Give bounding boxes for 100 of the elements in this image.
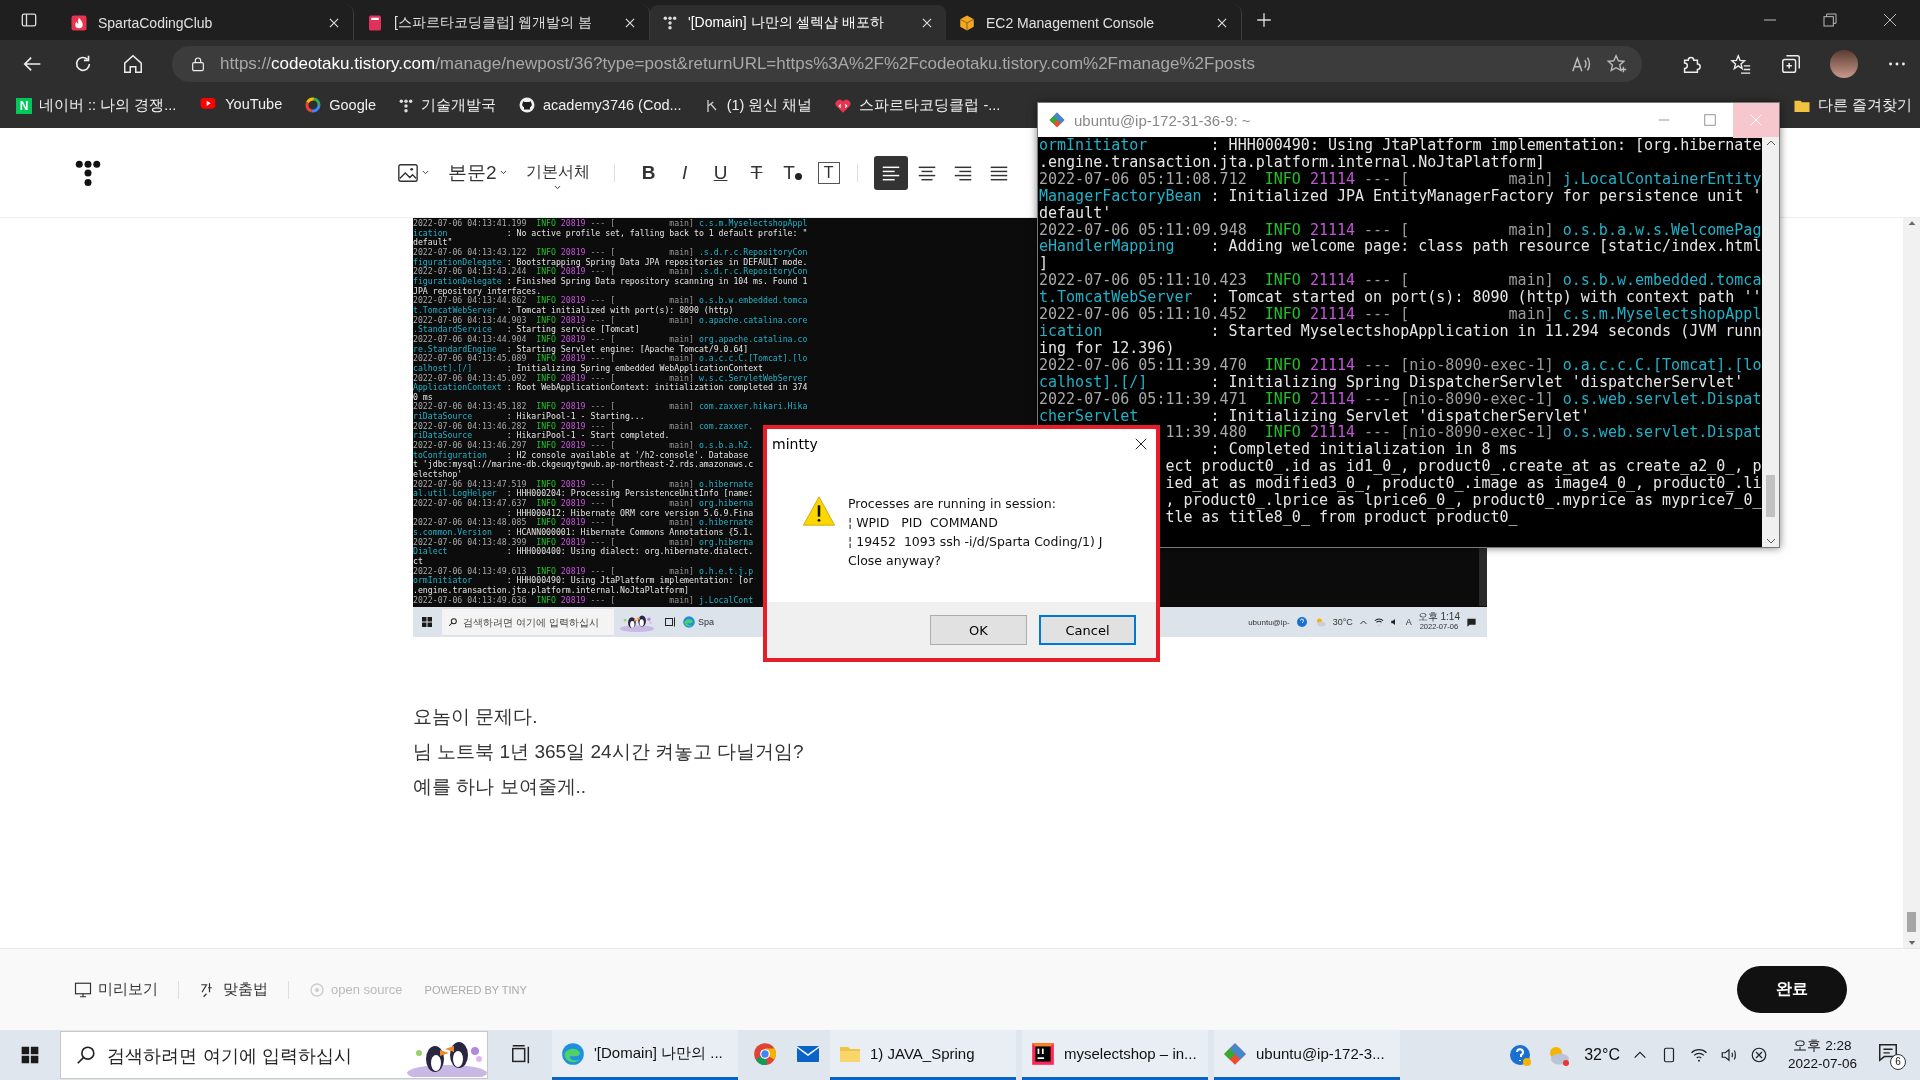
log-line: 2022-07-06 04:13:44.862 INFO 20819 --- [ main] o.s.b.w.embedded.tomca [413,296,808,306]
search-icon [75,1044,97,1066]
log-line: ormInitiator : HHH000490: Using JtaPlatform implementation: [or [413,576,754,586]
favorites-icon[interactable] [1730,53,1752,75]
log-line: figurationDelegate : Finished Spring Data repository scanning in 104 ms. Found 1 [413,276,808,287]
dialog-message-line: Close anyway? [848,552,942,570]
log-line: 2022-07-06 04:13:48.085 INFO 20819 --- [ main] o.hibernate [413,518,754,528]
bookmark[interactable]: 기술개발국 [398,96,496,115]
taskbar-app[interactable]: '[Domain] 나만의 ... [552,1030,738,1080]
log-line: 2022-07-06 04:13:44.904 INFO 20819 --- [ main] org.apache.catalina.co [413,334,808,345]
done-button[interactable]: 완료 [1737,966,1847,1013]
log-line: ormInitiator : HHH000490: Using JtaPlatform implementation: [org.hibernate [1039,137,1762,154]
search-field[interactable]: 검색하려면 여기에 입력하십시 [60,1031,488,1079]
strike-button[interactable]: T [738,155,775,190]
notification-icon [1466,616,1477,628]
intellij-icon [1030,1040,1056,1067]
log-line: .engine.transaction.jta.platform.internal.NoJtaPlatform] [1039,153,1545,171]
dialog-button[interactable]: OK [930,615,1027,645]
home-icon[interactable] [122,53,144,75]
collections-icon[interactable] [1780,53,1802,75]
ime-indicator: A [1405,617,1412,627]
warning-icon [800,494,838,528]
restore-icon[interactable] [1822,12,1838,28]
speaker-icon[interactable] [1719,1046,1738,1064]
log-line: calhost].[/] : Initializing Spring DispatcherServlet 'dispatcherServlet' [1039,373,1744,391]
caret-icon [421,168,430,177]
wifi-icon[interactable] [1689,1046,1708,1064]
color-button[interactable]: T [774,155,811,190]
spellcheck-button[interactable]: 맞춤법 [199,980,268,999]
log-line: default' [1039,204,1112,222]
bookmark[interactable]: YouTube [198,96,283,112]
bookmark[interactable]: N 네이버 :: 나의 경쟁... [16,96,177,115]
taskbar-app[interactable]: myselectshop – in... [1022,1030,1208,1080]
log-line: 2022-07-06 04:13:43.244 INFO 20819 --- [ main] .s.d.r.c.RepositoryCon [413,267,808,277]
log-line: ApplicationContext : Root WebApplicationContext: initialization completed in 374 [413,383,808,393]
plus-icon[interactable] [1255,11,1273,29]
background-button[interactable]: T [817,161,840,184]
log-line: riDataSource : HikariPool-1 - Start completed. [413,431,670,441]
google-icon [304,96,323,114]
close-icon[interactable] [1134,437,1148,451]
task-view-icon [664,616,676,628]
bookmark-folder[interactable]: 다른 즐겨찾기 [1792,96,1912,115]
bookmark[interactable]: (1) 원신 채널 [703,96,813,115]
log-line: ied_at as modified3_0_, product0_.image as image4_0_, product0_.li [1165,475,1762,493]
log-line: 2022-07-06 04:13:45.089 INFO 20819 --- [ main] o.a.c.c.C.[Tomcat].[lo [413,354,808,364]
chrome-icon [752,1040,778,1067]
log-line: 2022-07-06 05:11:39.471 INFO 21114 --- [nio-8090-exec-1] o.s.web.servlet.Dispat [1039,390,1762,408]
search-input[interactable]: 검색하려면 여기에 입력하십시 [107,1044,397,1066]
blocked-icon[interactable] [1749,1046,1768,1064]
address-field[interactable]: https://codeotaku.tistory.com/manage/newpost/36?type=post&returnURL=https%3A%2F%2Fcodeotaku.tistory.com%2Fmanage%2Fposts [172,46,1642,82]
log-line: 2022-07-06 04:13:49.636 INFO 20819 --- [ main] j.LocalCont [413,595,754,606]
scrollbar[interactable] [1903,218,1920,948]
help-icon[interactable] [1508,1043,1533,1067]
log-line: cherServlet : Initializing Servlet 'dispatcherServlet' [1039,407,1590,425]
log-line: 2022-07-06 04:13:47.637 INFO 20819 --- [ main] org.hiberna [413,499,754,509]
windows-icon[interactable] [20,1045,40,1065]
scrollbar[interactable] [1762,137,1779,547]
taskbar-app: Spa [682,615,714,629]
browser-tab[interactable]: '[Domain] 나만의 셀렉샵 배포하 [650,5,946,40]
align-left-button[interactable] [873,155,908,190]
log-line: 2022-07-06 05:11:09.948 INFO 21114 --- [ main] o.s.b.a.w.s.WelcomePag [1039,221,1762,239]
log-line: tle as title8_0_ from product product0_ [1165,508,1518,526]
dialog-button[interactable]: Cancel [1039,615,1136,645]
profile-avatar[interactable] [1830,50,1858,78]
paragraph-style-dropdown[interactable]: 본문2 [448,155,508,190]
edge-icon [682,615,696,629]
flame-icon [70,13,88,32]
log-line: 2022-07-06 05:11:08.712 INFO 21114 --- [ main] j.LocalContainerEntity [1039,170,1762,188]
font-dropdown[interactable]: 기본서체 [525,161,590,192]
scrollbar-thumb[interactable] [1766,475,1775,517]
log-line: al.util.LogHelper : HHH000204: Processing PersistenceUnitInfo [name: [413,489,754,500]
naver-logo-icon: N [16,97,32,114]
dialog-message-line: Processes are running in session: [848,495,1057,513]
log-line: 2022-07-06 04:13:43.122 INFO 20819 --- [ main] .s.d.r.c.RepositoryCon [413,247,808,258]
bookmark[interactable]: Google [304,96,376,114]
bold-button[interactable]: B [630,155,667,190]
close-icon[interactable] [1882,12,1898,28]
log-line: .engine.transaction.jta.platform.internal.NoJtaPlatform] [413,585,690,596]
dialog-message-line: ¦ 19452 1093 ssh -i/d/Sparta Coding/1) J [848,533,1103,551]
image-icon[interactable] [397,161,419,184]
add-favorite-icon[interactable] [1606,53,1628,75]
search-icon [448,617,458,627]
bookmark[interactable]: 스파르타코딩클럽 -... [834,96,1001,115]
notification-button[interactable]: 6 [1877,1040,1906,1070]
search-input[interactable]: 검색하려면 여기에 입력하십시 [463,616,608,628]
search-field[interactable]: 검색하려면 여기에 입력하십시 [442,609,614,635]
log-line: s.common.Version : HCANN000001: Hibernate Commons Annotations {5.1. [413,528,754,538]
preview-button[interactable]: 미리보기 [74,980,158,999]
log-line: .StandardService : Starting service [Tomcat] [413,325,640,335]
taskbar-app[interactable]: ubuntu@ip-172-3... [1214,1030,1400,1080]
bookmark[interactable]: academy3746 (Cod... [518,96,682,114]
italic-button[interactable]: I [666,155,703,190]
task-view-icon[interactable] [510,1044,532,1066]
log-line: ication : No active profile set, falling back to 1 default profile: " [413,228,808,238]
scrollbar-thumb[interactable] [1907,912,1916,932]
clock-time: 오후 1:14 [1417,612,1460,622]
log-line: 2022-07-06 04:13:48.399 INFO 20819 --- [ main] org.hiberna [413,537,754,548]
log-line: electshop' [413,470,463,480]
underline-button[interactable]: U [702,155,739,190]
taskbar-app[interactable]: 1) JAVA_Spring [830,1030,1016,1080]
